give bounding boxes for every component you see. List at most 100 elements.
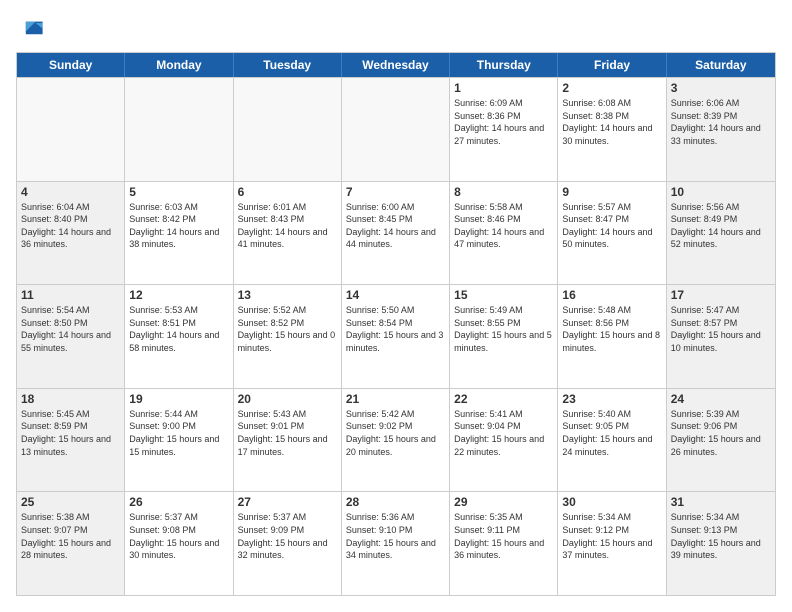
empty-cell-0-0 (17, 78, 125, 181)
day-cell-23: 23 Sunrise: 5:40 AM Sunset: 9:05 PM Dayli… (558, 389, 666, 492)
day-number: 26 (129, 495, 228, 509)
logo-icon (16, 16, 44, 44)
day-info: Sunrise: 6:00 AM Sunset: 8:45 PM Dayligh… (346, 201, 445, 251)
day-cell-21: 21Sunrise: 5:42 AM Sunset: 9:02 PM Dayli… (342, 389, 450, 492)
calendar-row-3: 18 Sunrise: 5:45 AM Sunset: 8:59 PM Dayli… (17, 388, 775, 492)
day-number: 15 (454, 288, 553, 302)
day-info: Sunrise: 5:38 AM Sunset: 9:07 PM Dayligh… (21, 511, 120, 561)
day-info: Sunrise: 5:36 AM Sunset: 9:10 PM Dayligh… (346, 511, 445, 561)
day-info: Sunrise: 5:50 AM Sunset: 8:54 PM Dayligh… (346, 304, 445, 354)
day-number: 8 (454, 185, 553, 199)
day-info: Sunrise: 5:41 AM Sunset: 9:04 PM Dayligh… (454, 408, 553, 458)
day-number: 2 (562, 81, 661, 95)
day-number: 3 (671, 81, 771, 95)
day-info: Sunrise: 5:54 AM Sunset: 8:50 PM Dayligh… (21, 304, 120, 354)
day-number: 18 (21, 392, 120, 406)
day-cell-27: 27 Sunrise: 5:37 AM Sunset: 9:09 PM Dayli… (234, 492, 342, 595)
day-cell-29: 29 Sunrise: 5:35 AM Sunset: 9:11 PM Dayli… (450, 492, 558, 595)
day-number: 6 (238, 185, 337, 199)
calendar-header-row: SundayMondayTuesdayWednesdayThursdayFrid… (17, 53, 775, 77)
header-cell-sunday: Sunday (17, 53, 125, 77)
day-number: 12 (129, 288, 228, 302)
day-cell-17: 17 Sunrise: 5:47 AM Sunset: 8:57 PM Dayli… (667, 285, 775, 388)
day-info: Sunrise: 5:34 AM Sunset: 9:12 PM Dayligh… (562, 511, 661, 561)
calendar-grid: SundayMondayTuesdayWednesdayThursdayFrid… (16, 52, 776, 596)
day-cell-31: 31Sunrise: 5:34 AM Sunset: 9:13 PM Dayli… (667, 492, 775, 595)
calendar-row-2: 11 Sunrise: 5:54 AM Sunset: 8:50 PM Dayli… (17, 284, 775, 388)
day-cell-1: 1Sunrise: 6:09 AM Sunset: 8:36 PM Daylig… (450, 78, 558, 181)
day-number: 27 (238, 495, 337, 509)
day-number: 11 (21, 288, 120, 302)
day-info: Sunrise: 5:44 AM Sunset: 9:00 PM Dayligh… (129, 408, 228, 458)
day-cell-14: 14 Sunrise: 5:50 AM Sunset: 8:54 PM Dayli… (342, 285, 450, 388)
day-number: 29 (454, 495, 553, 509)
day-info: Sunrise: 5:34 AM Sunset: 9:13 PM Dayligh… (671, 511, 771, 561)
header-cell-thursday: Thursday (450, 53, 558, 77)
day-info: Sunrise: 5:53 AM Sunset: 8:51 PM Dayligh… (129, 304, 228, 354)
day-info: Sunrise: 5:47 AM Sunset: 8:57 PM Dayligh… (671, 304, 771, 354)
empty-cell-0-3 (342, 78, 450, 181)
day-cell-30: 30 Sunrise: 5:34 AM Sunset: 9:12 PM Dayli… (558, 492, 666, 595)
day-info: Sunrise: 5:35 AM Sunset: 9:11 PM Dayligh… (454, 511, 553, 561)
day-cell-5: 5 Sunrise: 6:03 AM Sunset: 8:42 PM Daylig… (125, 182, 233, 285)
day-info: Sunrise: 5:39 AM Sunset: 9:06 PM Dayligh… (671, 408, 771, 458)
day-info: Sunrise: 5:48 AM Sunset: 8:56 PM Dayligh… (562, 304, 661, 354)
day-number: 20 (238, 392, 337, 406)
day-info: Sunrise: 5:49 AM Sunset: 8:55 PM Dayligh… (454, 304, 553, 354)
day-cell-13: 13Sunrise: 5:52 AM Sunset: 8:52 PM Dayli… (234, 285, 342, 388)
day-number: 4 (21, 185, 120, 199)
day-cell-2: 2 Sunrise: 6:08 AM Sunset: 8:38 PM Daylig… (558, 78, 666, 181)
calendar-row-0: 1Sunrise: 6:09 AM Sunset: 8:36 PM Daylig… (17, 77, 775, 181)
calendar-body: 1Sunrise: 6:09 AM Sunset: 8:36 PM Daylig… (17, 77, 775, 595)
day-number: 16 (562, 288, 661, 302)
day-info: Sunrise: 5:45 AM Sunset: 8:59 PM Dayligh… (21, 408, 120, 458)
day-cell-11: 11 Sunrise: 5:54 AM Sunset: 8:50 PM Dayli… (17, 285, 125, 388)
day-cell-4: 4Sunrise: 6:04 AM Sunset: 8:40 PM Daylig… (17, 182, 125, 285)
header-cell-friday: Friday (558, 53, 666, 77)
day-info: Sunrise: 6:01 AM Sunset: 8:43 PM Dayligh… (238, 201, 337, 251)
day-cell-3: 3 Sunrise: 6:06 AM Sunset: 8:39 PM Daylig… (667, 78, 775, 181)
day-number: 24 (671, 392, 771, 406)
day-number: 13 (238, 288, 337, 302)
day-cell-15: 15 Sunrise: 5:49 AM Sunset: 8:55 PM Dayli… (450, 285, 558, 388)
day-number: 22 (454, 392, 553, 406)
empty-cell-0-2 (234, 78, 342, 181)
header-cell-monday: Monday (125, 53, 233, 77)
day-info: Sunrise: 5:56 AM Sunset: 8:49 PM Dayligh… (671, 201, 771, 251)
day-number: 1 (454, 81, 553, 95)
day-number: 30 (562, 495, 661, 509)
day-info: Sunrise: 6:03 AM Sunset: 8:42 PM Dayligh… (129, 201, 228, 251)
day-number: 19 (129, 392, 228, 406)
day-info: Sunrise: 5:42 AM Sunset: 9:02 PM Dayligh… (346, 408, 445, 458)
day-info: Sunrise: 5:57 AM Sunset: 8:47 PM Dayligh… (562, 201, 661, 251)
day-cell-6: 6 Sunrise: 6:01 AM Sunset: 8:43 PM Daylig… (234, 182, 342, 285)
day-cell-28: 28Sunrise: 5:36 AM Sunset: 9:10 PM Dayli… (342, 492, 450, 595)
day-info: Sunrise: 5:37 AM Sunset: 9:09 PM Dayligh… (238, 511, 337, 561)
day-info: Sunrise: 5:40 AM Sunset: 9:05 PM Dayligh… (562, 408, 661, 458)
day-cell-9: 9 Sunrise: 5:57 AM Sunset: 8:47 PM Daylig… (558, 182, 666, 285)
logo (16, 16, 48, 44)
page-header (16, 16, 776, 44)
day-number: 5 (129, 185, 228, 199)
day-cell-12: 12 Sunrise: 5:53 AM Sunset: 8:51 PM Dayli… (125, 285, 233, 388)
empty-cell-0-1 (125, 78, 233, 181)
day-cell-18: 18 Sunrise: 5:45 AM Sunset: 8:59 PM Dayli… (17, 389, 125, 492)
day-info: Sunrise: 6:06 AM Sunset: 8:39 PM Dayligh… (671, 97, 771, 147)
calendar-page: SundayMondayTuesdayWednesdayThursdayFrid… (0, 0, 792, 612)
day-info: Sunrise: 5:58 AM Sunset: 8:46 PM Dayligh… (454, 201, 553, 251)
day-cell-19: 19 Sunrise: 5:44 AM Sunset: 9:00 PM Dayli… (125, 389, 233, 492)
day-info: Sunrise: 6:08 AM Sunset: 8:38 PM Dayligh… (562, 97, 661, 147)
day-cell-16: 16 Sunrise: 5:48 AM Sunset: 8:56 PM Dayli… (558, 285, 666, 388)
header-cell-saturday: Saturday (667, 53, 775, 77)
day-number: 23 (562, 392, 661, 406)
day-cell-8: 8 Sunrise: 5:58 AM Sunset: 8:46 PM Daylig… (450, 182, 558, 285)
header-cell-tuesday: Tuesday (234, 53, 342, 77)
day-info: Sunrise: 5:37 AM Sunset: 9:08 PM Dayligh… (129, 511, 228, 561)
day-cell-25: 25Sunrise: 5:38 AM Sunset: 9:07 PM Dayli… (17, 492, 125, 595)
day-number: 14 (346, 288, 445, 302)
calendar-row-4: 25Sunrise: 5:38 AM Sunset: 9:07 PM Dayli… (17, 491, 775, 595)
day-number: 9 (562, 185, 661, 199)
day-number: 17 (671, 288, 771, 302)
calendar-row-1: 4Sunrise: 6:04 AM Sunset: 8:40 PM Daylig… (17, 181, 775, 285)
day-info: Sunrise: 5:43 AM Sunset: 9:01 PM Dayligh… (238, 408, 337, 458)
